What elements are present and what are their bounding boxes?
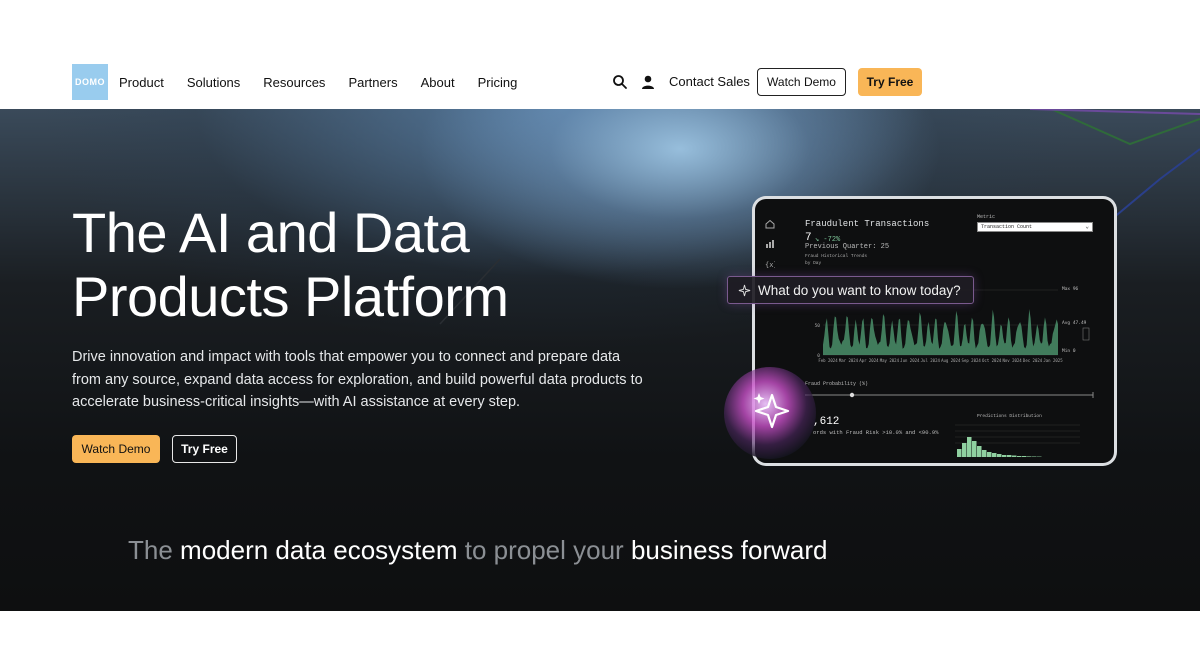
site-header: DOMO Product Solutions Resources Partner… bbox=[0, 55, 1200, 109]
ai-prompt-text: What do you want to know today? bbox=[758, 282, 961, 298]
risk-count: ,612 bbox=[813, 416, 840, 428]
hist-bar bbox=[957, 449, 962, 457]
stat-label: Min 0 bbox=[1062, 348, 1076, 354]
risk-count-caption: ords with Fraud Risk >10.0% and <90.9% bbox=[813, 429, 939, 436]
predictions-histogram bbox=[955, 424, 1080, 457]
hist-bar bbox=[967, 437, 972, 457]
search-icon[interactable] bbox=[612, 74, 628, 90]
trend-area bbox=[823, 308, 1058, 355]
chart-subtitle: Fraud Historical Trends bbox=[805, 254, 868, 259]
nav-about[interactable]: About bbox=[421, 75, 455, 90]
user-icon[interactable] bbox=[640, 74, 656, 90]
watch-demo-button[interactable]: Watch Demo bbox=[757, 68, 846, 96]
dashboard-title: Fraudulent Transactions bbox=[805, 219, 930, 229]
zoom-control bbox=[1082, 327, 1090, 341]
formula-icon[interactable]: {x} bbox=[765, 259, 775, 269]
try-free-button[interactable]: Try Free bbox=[858, 68, 922, 96]
hist-bar bbox=[1027, 456, 1032, 457]
nav-partners[interactable]: Partners bbox=[348, 75, 397, 90]
x-tick-label: Nov 2024 bbox=[1002, 358, 1022, 363]
x-tick-label: Apr 2024 bbox=[859, 358, 879, 363]
home-icon[interactable] bbox=[765, 219, 775, 229]
domo-logo[interactable]: DOMO bbox=[72, 64, 108, 100]
hero-description: Drive innovation and impact with tools t… bbox=[72, 349, 643, 410]
slider-handle bbox=[849, 392, 855, 398]
contact-sales-link[interactable]: Contact Sales bbox=[669, 74, 750, 89]
ai-sparkle-icon bbox=[753, 393, 790, 429]
stat-label: Max 96 bbox=[1062, 286, 1079, 292]
page: DOMO Product Solutions Resources Partner… bbox=[0, 0, 1200, 670]
tagline-part3: to propel your bbox=[457, 535, 631, 565]
metric-select[interactable]: Transaction Count ⌄ bbox=[977, 222, 1093, 232]
hist-bar bbox=[1012, 455, 1017, 457]
hist-bar bbox=[982, 450, 987, 457]
hero-try-free-button[interactable]: Try Free bbox=[172, 435, 237, 463]
hero-title-line1: The AI and Data bbox=[72, 201, 470, 264]
x-tick-label: Mar 2024 bbox=[839, 358, 859, 363]
hist-bar bbox=[1007, 455, 1012, 457]
nav-solutions[interactable]: Solutions bbox=[187, 75, 240, 90]
x-tick-label: Jan 2025 bbox=[1043, 358, 1063, 363]
probability-slider[interactable] bbox=[805, 389, 1095, 403]
dashboard-previous: Previous Quarter: 25 bbox=[805, 243, 890, 251]
metric-select-value: Transaction Count bbox=[981, 224, 1033, 230]
nav-resources[interactable]: Resources bbox=[263, 75, 325, 90]
hist-bar bbox=[997, 454, 1002, 457]
x-tick-label: Feb 2024 bbox=[818, 358, 838, 363]
hero-tagline: The modern data ecosystem to propel your… bbox=[128, 535, 827, 566]
nav-pricing[interactable]: Pricing bbox=[478, 75, 518, 90]
main-nav: Product Solutions Resources Partners Abo… bbox=[119, 55, 517, 109]
sparkle-icon bbox=[738, 284, 751, 296]
tagline-part2: modern data ecosystem bbox=[180, 535, 458, 565]
tagline-part1: The bbox=[128, 535, 181, 565]
chevron-down-icon: ⌄ bbox=[1085, 223, 1089, 230]
x-tick-label: Aug 2024 bbox=[941, 358, 961, 363]
x-tick-label: May 2024 bbox=[880, 358, 900, 363]
hero-section: The AI and Data Products Platform Drive … bbox=[0, 109, 1200, 611]
x-tick-label: Dec 2024 bbox=[1023, 358, 1043, 363]
tagline-part4: business forward bbox=[630, 535, 828, 565]
ai-prompt-bubble[interactable]: What do you want to know today? bbox=[727, 276, 974, 304]
y-tick-label: 50 bbox=[815, 323, 821, 329]
hist-bar bbox=[977, 446, 982, 457]
svg-text:{x}: {x} bbox=[765, 261, 775, 269]
stat-label: Avg 47.49 bbox=[1062, 320, 1087, 326]
hist-bar bbox=[972, 441, 977, 457]
x-tick-label: Jun 2024 bbox=[900, 358, 920, 363]
hist-bar bbox=[992, 453, 997, 457]
predictions-label: Predictions Distribution bbox=[977, 414, 1042, 419]
x-tick-label: Oct 2024 bbox=[982, 358, 1002, 363]
hist-bar bbox=[1002, 455, 1007, 457]
hero-watch-demo-button[interactable]: Watch Demo bbox=[72, 435, 160, 463]
hero-title-line2: Products Platform bbox=[72, 265, 509, 328]
ai-assistant-orb[interactable] bbox=[724, 367, 816, 459]
x-tick-label: Sep 2024 bbox=[962, 358, 982, 363]
hist-bar bbox=[1032, 456, 1037, 457]
x-tick-label: Jul 2024 bbox=[921, 358, 941, 363]
metric-label: Metric bbox=[977, 214, 996, 220]
hist-bar bbox=[987, 452, 992, 457]
hist-bar bbox=[1022, 456, 1027, 457]
logo-text: DOMO bbox=[75, 77, 105, 87]
hist-bar bbox=[1017, 456, 1022, 457]
hero-title: The AI and Data Products Platform bbox=[72, 201, 509, 329]
nav-product[interactable]: Product bbox=[119, 75, 164, 90]
dashboard-sidebar: {x} bbox=[765, 219, 779, 269]
hist-bar bbox=[962, 443, 967, 457]
chart-icon[interactable] bbox=[765, 239, 775, 249]
header-actions: Contact Sales Watch Demo Try Free bbox=[600, 55, 1200, 109]
